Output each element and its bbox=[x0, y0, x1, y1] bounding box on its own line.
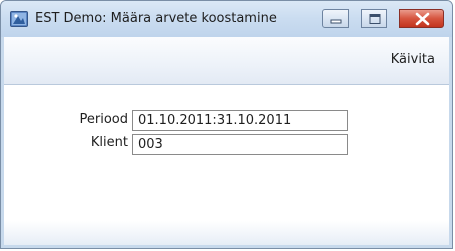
app-window: EST Demo: Määra arvete koostamine Käivit… bbox=[0, 0, 453, 249]
close-icon bbox=[415, 12, 430, 26]
maximize-icon bbox=[369, 14, 381, 24]
toolbar: Käivita bbox=[4, 37, 449, 85]
form-footer-shade bbox=[4, 221, 449, 245]
client-input[interactable] bbox=[132, 134, 348, 155]
close-button[interactable] bbox=[399, 9, 444, 28]
maximize-button[interactable] bbox=[361, 9, 387, 28]
run-button[interactable]: Käivita bbox=[391, 52, 435, 67]
title-bar[interactable]: EST Demo: Määra arvete koostamine bbox=[1, 1, 452, 37]
app-icon bbox=[10, 11, 28, 27]
minimize-icon bbox=[330, 19, 342, 24]
period-label: Periood bbox=[79, 112, 129, 127]
minimize-button[interactable] bbox=[322, 9, 349, 28]
period-input[interactable] bbox=[132, 110, 348, 131]
client-label: Klient bbox=[90, 135, 128, 150]
window-title: EST Demo: Määra arvete koostamine bbox=[35, 11, 277, 26]
